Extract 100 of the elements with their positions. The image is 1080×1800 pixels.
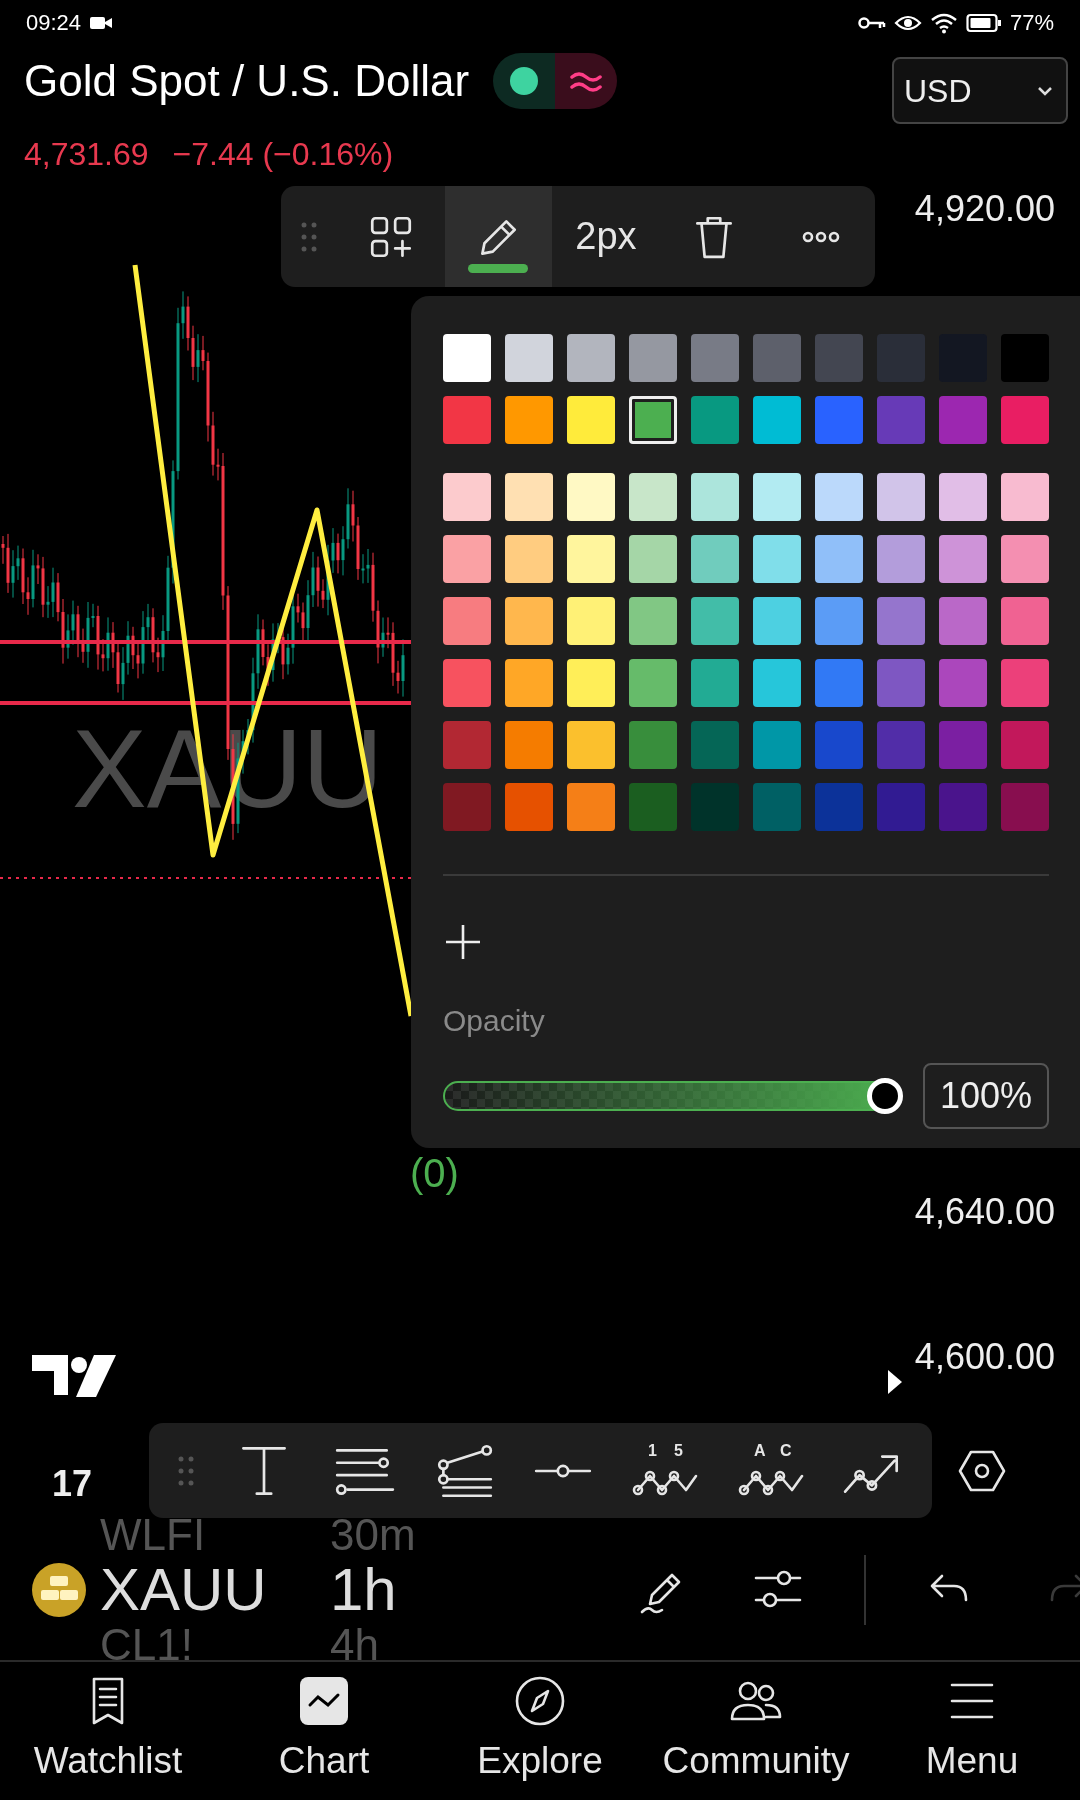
color-swatch[interactable]	[567, 783, 615, 831]
color-swatch[interactable]	[1001, 783, 1049, 831]
color-swatch[interactable]	[815, 783, 863, 831]
color-swatch[interactable]	[691, 535, 739, 583]
color-swatch[interactable]	[505, 535, 553, 583]
color-swatch[interactable]	[629, 659, 677, 707]
color-swatch[interactable]	[877, 659, 925, 707]
color-swatch[interactable]	[815, 597, 863, 645]
color-swatch[interactable]	[567, 334, 615, 382]
color-swatch[interactable]	[877, 783, 925, 831]
color-swatch[interactable]	[443, 396, 491, 444]
color-swatch[interactable]	[691, 396, 739, 444]
color-swatch[interactable]	[939, 597, 987, 645]
color-swatch[interactable]	[691, 783, 739, 831]
price-change: −7.44 (−0.16%)	[172, 135, 394, 174]
color-swatch[interactable]	[443, 659, 491, 707]
color-swatch[interactable]	[691, 721, 739, 769]
color-swatch[interactable]	[1001, 535, 1049, 583]
color-swatch[interactable]	[443, 721, 491, 769]
color-swatch[interactable]	[505, 597, 553, 645]
opacity-value-field[interactable]: 100%	[923, 1063, 1049, 1129]
color-swatch[interactable]	[443, 334, 491, 382]
color-swatch[interactable]	[753, 721, 801, 769]
color-swatch[interactable]	[567, 721, 615, 769]
color-swatch[interactable]	[629, 334, 677, 382]
color-swatch[interactable]	[691, 597, 739, 645]
color-swatch[interactable]	[505, 783, 553, 831]
color-swatch[interactable]	[567, 396, 615, 444]
color-swatch[interactable]	[1001, 597, 1049, 645]
color-swatch[interactable]	[753, 659, 801, 707]
color-swatch[interactable]	[753, 334, 801, 382]
color-swatch[interactable]	[691, 659, 739, 707]
wifi-icon	[929, 11, 958, 34]
key-icon	[857, 14, 886, 31]
color-swatch[interactable]	[877, 396, 925, 444]
color-swatch[interactable]	[877, 334, 925, 382]
color-swatch[interactable]	[815, 396, 863, 444]
color-swatch[interactable]	[1001, 659, 1049, 707]
color-swatch[interactable]	[567, 597, 615, 645]
color-swatch[interactable]	[753, 535, 801, 583]
color-swatch[interactable]	[815, 659, 863, 707]
color-swatch[interactable]	[753, 597, 801, 645]
color-swatch[interactable]	[567, 659, 615, 707]
add-color-icon[interactable]	[443, 922, 483, 962]
line-width-button[interactable]: 2px	[552, 186, 660, 287]
nav-tab[interactable]: Explore	[432, 1662, 648, 1800]
color-swatch[interactable]	[939, 783, 987, 831]
nav-tab[interactable]: Community	[648, 1662, 864, 1800]
color-swatch[interactable]	[505, 396, 553, 444]
color-swatch[interactable]	[505, 334, 553, 382]
color-swatch[interactable]	[443, 783, 491, 831]
color-swatch[interactable]	[629, 473, 677, 521]
color-swatch[interactable]	[877, 597, 925, 645]
color-swatch[interactable]	[691, 473, 739, 521]
color-swatch[interactable]	[815, 473, 863, 521]
color-swatch[interactable]	[815, 721, 863, 769]
color-swatch[interactable]	[1001, 334, 1049, 382]
battery-icon	[965, 12, 1002, 33]
color-swatch[interactable]	[505, 659, 553, 707]
color-swatch[interactable]	[505, 721, 553, 769]
color-swatch[interactable]	[567, 473, 615, 521]
color-swatch[interactable]	[877, 535, 925, 583]
color-swatch[interactable]	[443, 597, 491, 645]
color-swatch[interactable]	[877, 473, 925, 521]
price-axis-label: 4,920.00	[914, 187, 1055, 231]
color-swatch[interactable]	[939, 659, 987, 707]
currency-dropdown[interactable]: USD	[892, 57, 1068, 124]
color-swatch[interactable]	[629, 396, 677, 444]
color-swatch[interactable]	[1001, 396, 1049, 444]
opacity-label: Opacity	[443, 1003, 546, 1039]
color-swatch[interactable]	[629, 535, 677, 583]
color-swatch[interactable]	[753, 396, 801, 444]
color-swatch[interactable]	[939, 535, 987, 583]
nav-tab[interactable]: Watchlist	[0, 1662, 216, 1800]
nav-tab[interactable]: Chart	[216, 1662, 432, 1800]
coin-icon	[32, 1563, 86, 1617]
color-swatch[interactable]	[939, 473, 987, 521]
color-swatch[interactable]	[505, 473, 553, 521]
color-swatch[interactable]	[877, 721, 925, 769]
color-swatch[interactable]	[753, 783, 801, 831]
color-swatch[interactable]	[629, 597, 677, 645]
color-swatch[interactable]	[691, 334, 739, 382]
color-swatch[interactable]	[629, 721, 677, 769]
color-swatch[interactable]	[443, 535, 491, 583]
color-swatch[interactable]	[1001, 721, 1049, 769]
color-indicator-bar	[468, 264, 529, 273]
color-swatch[interactable]	[815, 535, 863, 583]
color-swatch[interactable]	[939, 721, 987, 769]
price-axis-label: 4,600.00	[914, 1335, 1055, 1379]
line-color-button[interactable]	[444, 186, 553, 287]
color-swatch[interactable]	[567, 535, 615, 583]
price-axis-label: 4,640.00	[914, 1190, 1055, 1234]
color-swatch[interactable]	[815, 334, 863, 382]
chevron-down-icon	[1036, 84, 1054, 97]
nav-tab[interactable]: Menu	[864, 1662, 1080, 1800]
color-swatch[interactable]	[753, 473, 801, 521]
color-swatch[interactable]	[1001, 473, 1049, 521]
color-swatch[interactable]	[939, 396, 987, 444]
color-swatch[interactable]	[629, 783, 677, 831]
color-swatch[interactable]	[443, 473, 491, 521]
